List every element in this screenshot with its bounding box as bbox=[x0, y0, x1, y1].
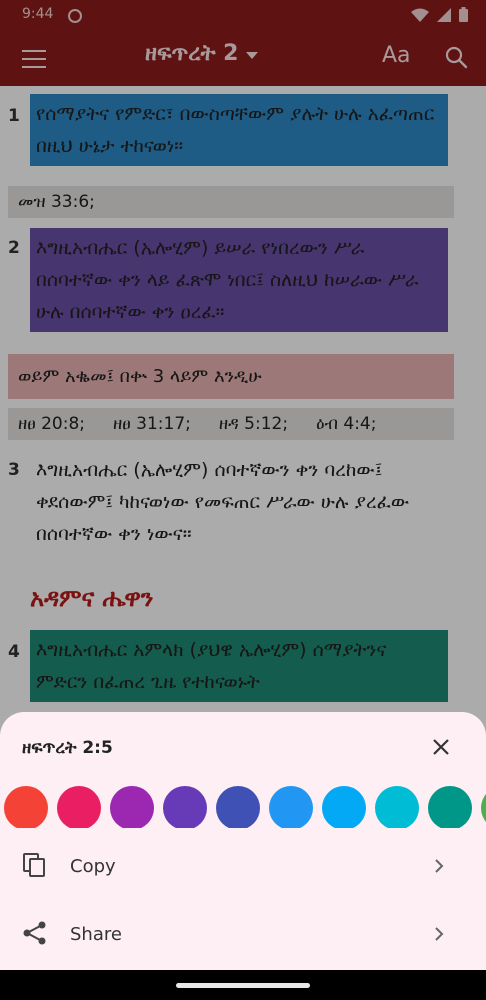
home-gesture-handle[interactable] bbox=[176, 983, 310, 988]
copy-icon bbox=[23, 853, 45, 877]
color-swatch[interactable] bbox=[57, 786, 101, 828]
share-icon bbox=[23, 921, 46, 945]
highlight-color-picker bbox=[4, 786, 486, 828]
color-swatch[interactable] bbox=[322, 786, 366, 828]
chevron-right-icon bbox=[435, 927, 444, 941]
system-nav-bar bbox=[0, 970, 486, 1000]
color-swatch[interactable] bbox=[216, 786, 260, 828]
color-swatch[interactable] bbox=[4, 786, 48, 828]
sheet-title: ዘፍጥረት 2:5 bbox=[22, 738, 113, 758]
copy-label: Copy bbox=[70, 856, 116, 877]
color-swatch[interactable] bbox=[269, 786, 313, 828]
app-screen: 9:44 ዘፍጥረት 2 Aa 1 የሰማያትና የምድር፣ በውስጣቸውም ያ… bbox=[0, 0, 486, 1000]
color-swatch[interactable] bbox=[163, 786, 207, 828]
color-swatch[interactable] bbox=[481, 786, 486, 828]
verse-actions-sheet: ዘፍጥረት 2:5 Copy Share bbox=[0, 712, 486, 970]
share-label: Share bbox=[70, 924, 122, 945]
close-icon[interactable] bbox=[430, 736, 452, 758]
copy-button[interactable]: Copy bbox=[0, 834, 486, 902]
color-swatch[interactable] bbox=[375, 786, 419, 828]
share-button[interactable]: Share bbox=[0, 902, 486, 970]
chevron-right-icon bbox=[435, 859, 444, 873]
color-swatch[interactable] bbox=[428, 786, 472, 828]
color-swatch[interactable] bbox=[110, 786, 154, 828]
